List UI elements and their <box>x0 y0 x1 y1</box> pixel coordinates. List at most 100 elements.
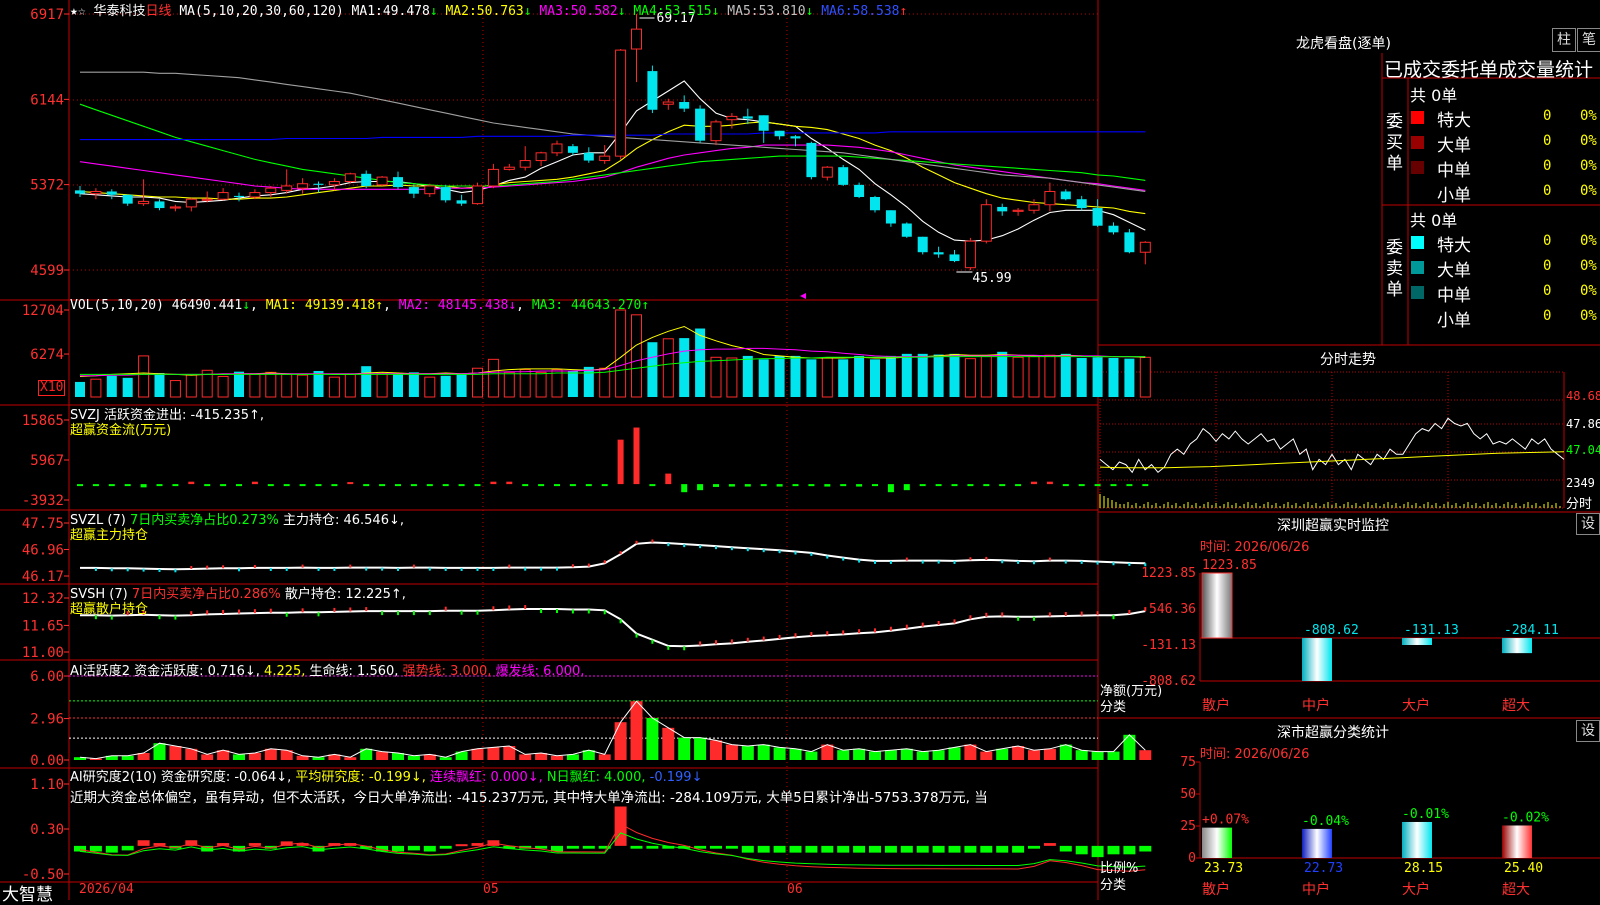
ai-commentary: 近期大资金总体偏空，虽有异动，但不太活跃，今日大单净流出: -415.237万元… <box>70 790 988 806</box>
volume-bar <box>710 356 722 398</box>
volume-bar <box>440 375 451 397</box>
order-volume: 0 <box>1543 233 1552 249</box>
candle-body <box>90 190 102 195</box>
stats-settings-button[interactable]: 设 <box>1576 720 1600 742</box>
price-chart[interactable]: 69.1745.99 <box>75 11 1151 299</box>
order-view-button[interactable]: 笔 <box>1577 28 1600 52</box>
order-percent: 0% <box>1580 158 1597 174</box>
stats-chart[interactable]: 75 50 25 0 +0.07% 23.73 散户 -0.04% 22.73 中户 -0.01% 2… <box>1180 755 1600 898</box>
activity-bar <box>1012 746 1025 760</box>
activity-bar <box>725 744 738 760</box>
activity-bar <box>1043 748 1056 760</box>
fund-flow-bar <box>1142 484 1149 487</box>
intraday-chart[interactable] <box>1099 417 1565 508</box>
monitor-bar <box>1502 638 1532 654</box>
stats-bar <box>1502 825 1532 858</box>
activity-bar <box>1059 744 1072 760</box>
volume-bar <box>647 342 658 397</box>
volume-bar <box>106 375 117 397</box>
fund-flow-bar <box>426 484 433 487</box>
svsh-chart[interactable] <box>80 605 1147 651</box>
panel-frame <box>0 0 1600 900</box>
order-percent: 0% <box>1580 133 1597 149</box>
monitor-chart[interactable]: 1223.85546.36-131.13-808.621223.85散户-808… <box>1141 558 1600 714</box>
ai1-tick: 6.00 <box>30 669 64 685</box>
volume-bar <box>265 371 277 398</box>
price-tick: 4599 <box>30 263 64 279</box>
candle-body <box>631 28 642 50</box>
order-type-label: 小单 <box>1437 186 1471 206</box>
volume-bar <box>551 369 563 398</box>
fund-flow-bar <box>601 484 608 487</box>
research-bar <box>89 845 102 852</box>
stats-time: 时间: 2026/06/26 <box>1200 747 1310 762</box>
stats-change-label: -0.04% <box>1302 814 1349 829</box>
candle-body <box>154 201 165 209</box>
favorite-icon[interactable]: ★☆ <box>70 4 86 19</box>
date-label-may: 05 <box>483 882 499 897</box>
volume-bar <box>1092 357 1103 397</box>
research-bar <box>916 845 929 853</box>
volume-bar <box>1108 357 1119 397</box>
ai1-value2: 4.225, <box>264 664 306 679</box>
volume-chart[interactable] <box>75 309 1151 398</box>
volume-bar <box>615 309 627 398</box>
fund-flow-bar <box>442 484 449 487</box>
ai1-burstline: 爆发线: 6.000, <box>495 664 585 679</box>
svzl-chart[interactable] <box>80 539 1147 573</box>
candle-body <box>106 191 117 195</box>
lhb-subtitle: 已成交委托单成交量统计 <box>1384 59 1594 81</box>
activity-bar <box>805 751 818 760</box>
candle-body <box>1139 241 1151 253</box>
volume-bar <box>631 314 642 398</box>
candle-body <box>122 194 133 204</box>
ai-activity-chart[interactable] <box>69 675 1152 760</box>
svzj-subtitle: 超赢资金流(万元) <box>70 423 172 438</box>
volume-bar <box>234 371 244 397</box>
volume-bar <box>535 371 547 398</box>
ai2-title: AI研究度2(10) <box>70 770 157 785</box>
research-bar <box>1059 845 1072 852</box>
activity-bar <box>598 754 611 760</box>
volume-bar <box>393 373 403 397</box>
volume-bar <box>695 328 706 397</box>
bar-view-button[interactable]: 柱 <box>1552 28 1576 52</box>
fund-flow-bar <box>363 484 370 487</box>
order-percent: 0% <box>1580 108 1597 124</box>
period-label[interactable]: 日线 <box>146 4 172 19</box>
candle-body <box>440 187 451 201</box>
svzj-chart[interactable] <box>77 427 1149 493</box>
activity-bar <box>201 754 214 760</box>
stats-tick: 75 <box>1180 755 1196 770</box>
activity-bar <box>630 701 643 760</box>
research-bar <box>1075 845 1088 855</box>
volume-bar <box>169 380 181 398</box>
candle-body <box>997 206 1008 212</box>
order-percent: 0% <box>1580 233 1597 249</box>
ai2-consec: 连续飘红: 0.000↓, <box>430 770 543 785</box>
min-label: 45.99 <box>972 271 1011 286</box>
stats-value-label: 23.73 <box>1204 861 1243 876</box>
monitor-settings-button[interactable]: 设 <box>1576 513 1600 535</box>
buy-side-label: 委买单 <box>1386 112 1403 174</box>
svzl-position: 主力持仓: 46.546↓, <box>282 513 404 528</box>
candle-body <box>519 160 531 168</box>
monitor-bar-label: -131.13 <box>1404 623 1459 638</box>
candle-body <box>535 152 547 162</box>
research-bar <box>980 845 993 853</box>
candle-body <box>138 200 150 205</box>
volume-bar <box>249 373 261 398</box>
date-label-jun: 06 <box>787 882 803 897</box>
fund-flow-bar <box>681 484 688 493</box>
price-tick: 6917 <box>30 7 64 23</box>
candle-body <box>742 116 753 119</box>
fund-flow-bar <box>919 484 926 487</box>
fund-flow-bar <box>156 484 163 487</box>
candle-body <box>774 130 785 137</box>
research-bar <box>455 844 468 847</box>
volume-bar <box>854 355 865 397</box>
research-bar <box>1107 845 1120 855</box>
research-bar <box>884 845 897 853</box>
ai-research-chart[interactable] <box>74 806 1152 872</box>
monitor-category: 散户 <box>1202 697 1230 714</box>
